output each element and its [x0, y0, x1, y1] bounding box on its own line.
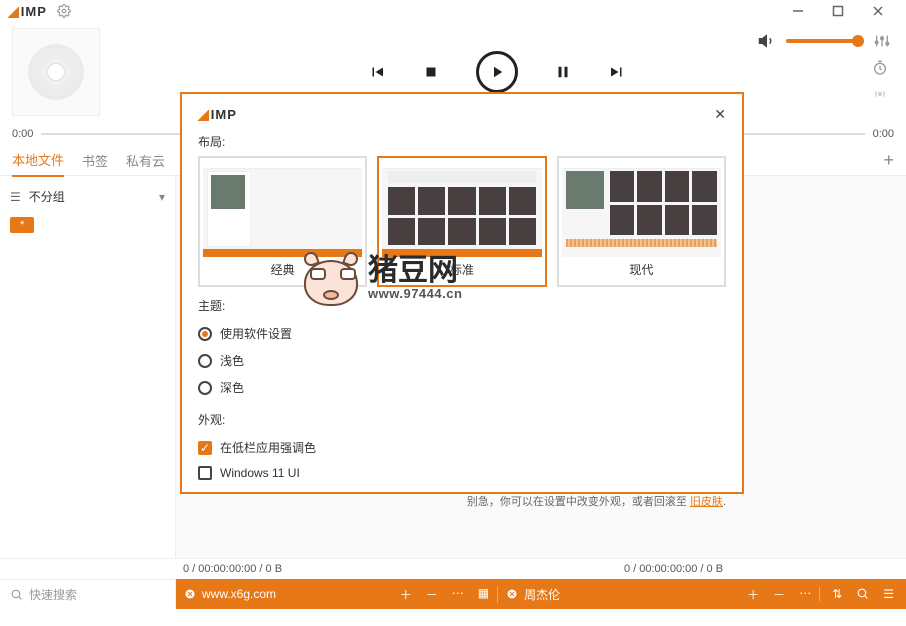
previous-button[interactable] — [368, 63, 386, 81]
layout-option-modern[interactable]: 现代 — [557, 156, 726, 287]
bottom-bar: 快速搜索 www.x6g.com ＋ － ⋯ ▦ 周杰伦 ＋ － ⋯ ⇅ ☰ — [0, 579, 906, 609]
add-tab-button[interactable]: + — [883, 150, 894, 171]
album-art[interactable] — [12, 28, 100, 116]
volume-icon[interactable] — [758, 32, 776, 50]
title-bar: ◢ IMP — [0, 0, 906, 22]
appearance-section-label: 外观: — [198, 411, 726, 428]
disc-icon — [28, 44, 84, 100]
playlist-2-label: 周杰伦 — [524, 586, 560, 603]
favorites-filter[interactable]: * — [10, 217, 34, 233]
sort-icon[interactable]: ⇅ — [832, 587, 842, 601]
appearance-dialog: ◢IMP ✕ 布局: 经典 标准 现代 主题: 使用软件设置 浅色 深色 外观:… — [180, 92, 744, 494]
check-accent-lowbar[interactable]: ✓在低栏应用强调色 — [198, 439, 726, 456]
grid-icon[interactable]: ▦ — [478, 586, 489, 603]
close-icon[interactable] — [506, 588, 518, 600]
remove-icon[interactable]: － — [426, 586, 438, 603]
dialog-logo: ◢IMP — [198, 106, 237, 123]
theme-section-label: 主题: — [198, 297, 726, 314]
old-skin-link[interactable]: 旧皮肤 — [690, 496, 723, 508]
stats-right: 0 / 00:00:00:00 / 0 B — [453, 563, 894, 575]
volume-slider[interactable] — [786, 39, 864, 43]
check-win11-ui[interactable]: Windows 11 UI — [198, 466, 726, 480]
add-icon[interactable]: ＋ — [747, 586, 759, 603]
dialog-footer: 别急，你可以在设置中改变外观，或者回滚至 旧皮肤. — [198, 485, 726, 509]
equalizer-icon[interactable] — [874, 33, 890, 49]
list-item[interactable] — [10, 340, 165, 362]
dialog-close-button[interactable]: ✕ — [714, 106, 726, 123]
layout-section-label: 布局: — [198, 133, 726, 150]
sidebar: ☰ 不分组 ▾ * — [0, 176, 176, 558]
list-item[interactable] — [10, 294, 165, 316]
pause-button[interactable] — [554, 63, 572, 81]
grouping-label: 不分组 — [29, 188, 65, 205]
settings-gear-icon[interactable] — [57, 4, 71, 18]
search-placeholder: 快速搜索 — [29, 586, 77, 603]
quick-search[interactable]: 快速搜索 — [0, 579, 176, 609]
window-maximize-button[interactable] — [818, 1, 858, 21]
time-total: 0:00 — [873, 128, 894, 140]
layout-option-standard[interactable]: 标准 — [377, 156, 546, 287]
tab-local-files[interactable]: 本地文件 — [12, 144, 64, 177]
time-elapsed: 0:00 — [12, 128, 33, 140]
theme-option-system[interactable]: 使用软件设置 — [198, 325, 726, 342]
remove-icon[interactable]: － — [773, 586, 785, 603]
playlist-tab-1[interactable]: www.x6g.com ＋ － ⋯ ▦ — [176, 586, 497, 603]
play-button[interactable] — [476, 51, 518, 93]
more-icon[interactable]: ⋯ — [799, 586, 811, 603]
tab-bookmarks[interactable]: 书签 — [82, 145, 108, 176]
close-icon[interactable] — [184, 588, 196, 600]
list-item[interactable] — [10, 363, 165, 385]
stats-row: 0 / 00:00:00:00 / 0 B 0 / 00:00:00:00 / … — [0, 558, 906, 579]
layout-option-classic[interactable]: 经典 — [198, 156, 367, 287]
app-name: IMP — [21, 4, 47, 19]
menu-icon[interactable]: ☰ — [883, 587, 894, 601]
next-button[interactable] — [608, 63, 626, 81]
stop-button[interactable] — [422, 63, 440, 81]
window-minimize-button[interactable] — [778, 1, 818, 21]
theme-option-light[interactable]: 浅色 — [198, 352, 726, 369]
tab-private-cloud[interactable]: 私有云 — [126, 145, 165, 176]
broadcast-icon[interactable] — [872, 86, 888, 102]
stats-left: 0 / 00:00:00:00 / 0 B — [12, 563, 453, 575]
window-close-button[interactable] — [858, 1, 898, 21]
app-logo: ◢ IMP — [8, 3, 47, 20]
playlist-1-label: www.x6g.com — [202, 587, 276, 601]
grouping-selector[interactable]: ☰ 不分组 ▾ — [10, 184, 165, 209]
list-icon: ☰ — [10, 190, 21, 204]
chevron-down-icon: ▾ — [159, 190, 165, 204]
playlist-tab-2[interactable]: 周杰伦 ＋ － ⋯ — [497, 586, 819, 603]
layout-options: 经典 标准 现代 — [198, 156, 726, 287]
search-icon[interactable] — [856, 587, 869, 601]
theme-option-dark[interactable]: 深色 — [198, 379, 726, 396]
logo-a-icon: ◢ — [8, 3, 19, 20]
more-icon[interactable]: ⋯ — [452, 586, 464, 603]
timer-icon[interactable] — [872, 60, 888, 76]
add-icon[interactable]: ＋ — [400, 586, 412, 603]
search-icon — [10, 588, 23, 601]
list-item[interactable] — [10, 317, 165, 339]
